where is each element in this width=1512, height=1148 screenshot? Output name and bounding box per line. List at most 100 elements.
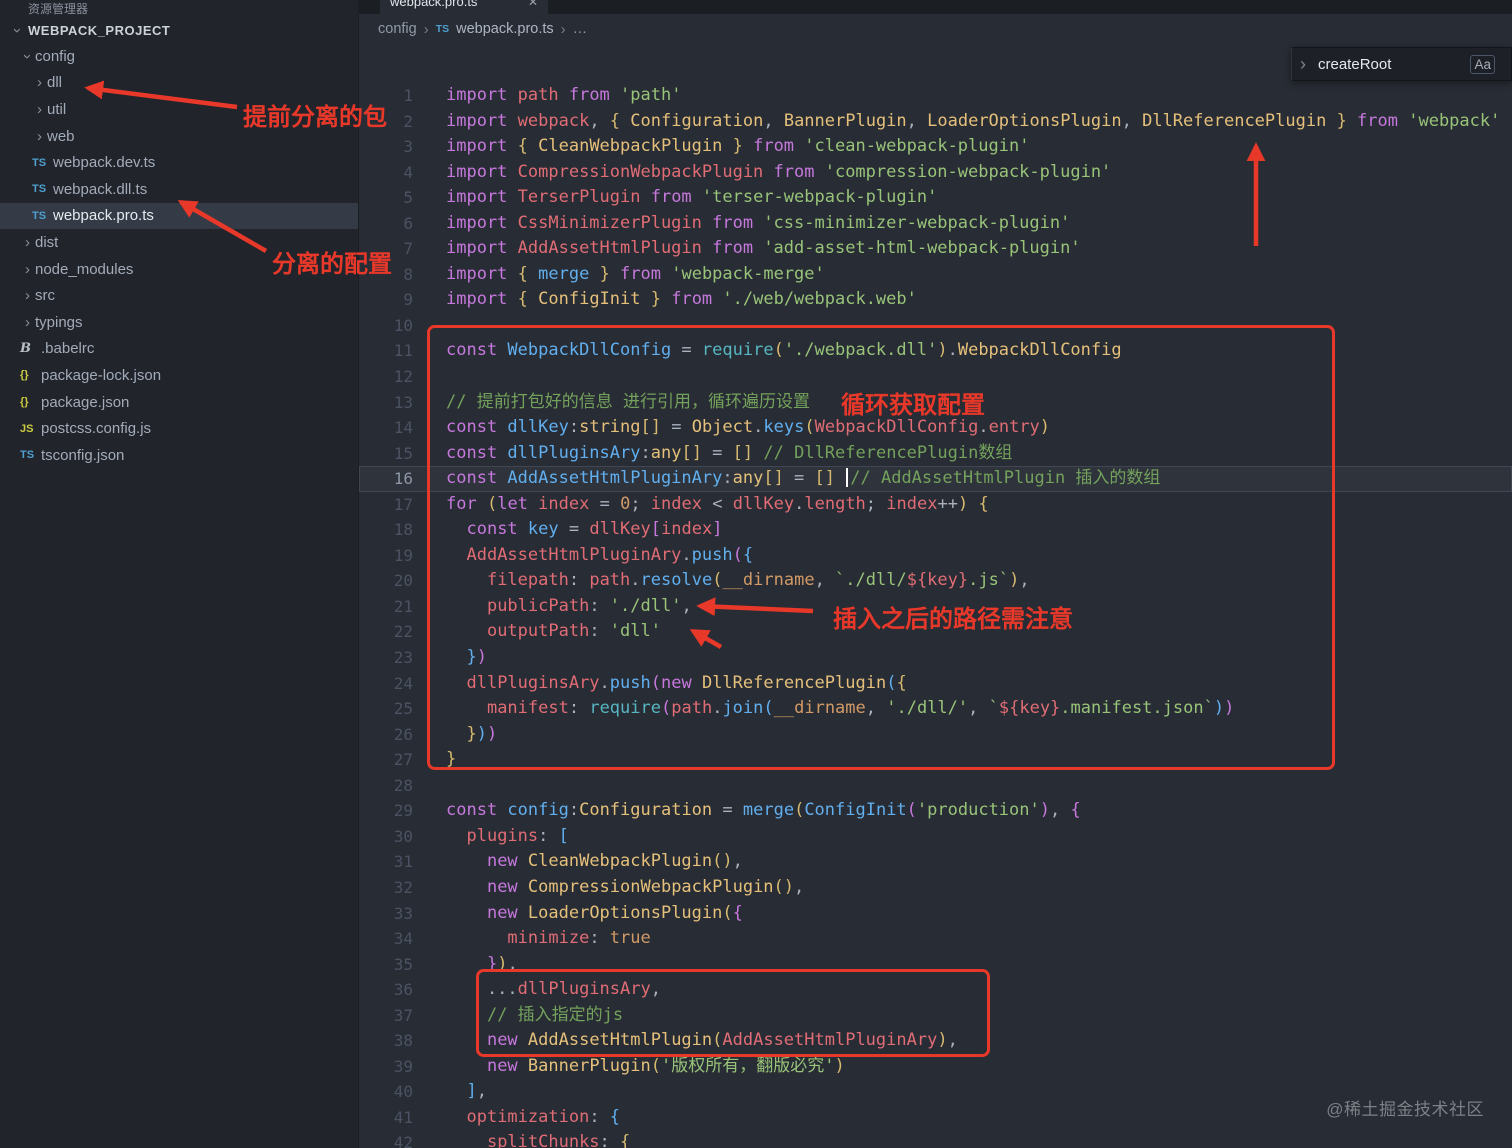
- file-tree-item-dist[interactable]: › dist: [0, 229, 358, 256]
- code-line-35[interactable]: 35 }),: [359, 952, 1512, 978]
- code-line-39[interactable]: 39 new BannerPlugin('版权所有，翻版必究'): [359, 1054, 1512, 1080]
- code-line-25[interactable]: 25 manifest: require(path.join(__dirname…: [359, 696, 1512, 722]
- file-tree-item-webpack.dev.ts[interactable]: TS webpack.dev.ts: [0, 149, 358, 176]
- line-number[interactable]: 38: [359, 1028, 413, 1054]
- code-line-38[interactable]: 38 new AddAssetHtmlPlugin(AddAssetHtmlPl…: [359, 1028, 1512, 1054]
- file-tree-item-dll[interactable]: › dll: [0, 70, 358, 97]
- line-number[interactable]: 27: [359, 747, 413, 773]
- file-tree-item-webpack.pro.ts[interactable]: TS webpack.pro.ts: [0, 202, 358, 230]
- code-line-42[interactable]: 42 splitChunks: {: [359, 1130, 1512, 1148]
- code-line-5[interactable]: 5 import TerserPlugin from 'terser-webpac…: [359, 185, 1512, 211]
- line-number[interactable]: 11: [359, 338, 413, 364]
- line-number[interactable]: 19: [359, 543, 413, 569]
- line-number[interactable]: 13: [359, 390, 413, 416]
- line-number[interactable]: 5: [359, 185, 413, 211]
- code-line-34[interactable]: 34 minimize: true: [359, 926, 1512, 952]
- line-number[interactable]: 22: [359, 619, 413, 645]
- code-line-8[interactable]: 8 import { merge } from 'webpack-merge': [359, 262, 1512, 288]
- line-number[interactable]: 2: [359, 109, 413, 135]
- line-number[interactable]: 31: [359, 849, 413, 875]
- file-tree-item-package-lock.json[interactable]: {} package-lock.json: [0, 362, 358, 389]
- line-number[interactable]: 6: [359, 211, 413, 237]
- code-line-16[interactable]: 16 const AddAssetHtmlPluginAry:any[] = []…: [359, 466, 1512, 492]
- file-tree-item-tsconfig.json[interactable]: TS tsconfig.json: [0, 442, 358, 469]
- line-number[interactable]: 9: [359, 287, 413, 313]
- line-number[interactable]: 4: [359, 160, 413, 186]
- line-number[interactable]: 7: [359, 236, 413, 262]
- chevron-right-icon[interactable]: ›: [1300, 54, 1306, 75]
- code-line-9[interactable]: 9 import { ConfigInit } from './web/webpa…: [359, 287, 1512, 313]
- code-line-33[interactable]: 33 new LoaderOptionsPlugin({: [359, 901, 1512, 927]
- code-line-28[interactable]: 28: [359, 773, 1512, 799]
- file-tree-item-typings[interactable]: › typings: [0, 309, 358, 336]
- code-line-24[interactable]: 24 dllPluginsAry.push(new DllReferencePl…: [359, 671, 1512, 697]
- code-line-20[interactable]: 20 filepath: path.resolve(__dirname, `./…: [359, 568, 1512, 594]
- code-editor[interactable]: 1 import path from 'path' 2 import webpack,…: [359, 44, 1512, 1148]
- line-number[interactable]: 30: [359, 824, 413, 850]
- file-tree-item-webpack.dll.ts[interactable]: TS webpack.dll.ts: [0, 176, 358, 203]
- code-line-37[interactable]: 37 // 插入指定的js: [359, 1003, 1512, 1029]
- code-line-3[interactable]: 3 import { CleanWebpackPlugin } from 'cle…: [359, 134, 1512, 160]
- match-case-button[interactable]: Aa: [1470, 54, 1495, 74]
- file-tree-item-node_modules[interactable]: › node_modules: [0, 256, 358, 283]
- line-number[interactable]: 21: [359, 594, 413, 620]
- code-line-31[interactable]: 31 new CleanWebpackPlugin(),: [359, 849, 1512, 875]
- line-number[interactable]: 28: [359, 773, 413, 799]
- code-line-1[interactable]: 1 import path from 'path': [359, 83, 1512, 109]
- line-number[interactable]: 16: [359, 466, 413, 492]
- line-number[interactable]: 12: [359, 364, 413, 390]
- code-line-26[interactable]: 26 })): [359, 722, 1512, 748]
- line-number[interactable]: 42: [359, 1130, 413, 1148]
- line-number[interactable]: 32: [359, 875, 413, 901]
- code-line-4[interactable]: 4 import CompressionWebpackPlugin from 'c…: [359, 160, 1512, 186]
- code-line-12[interactable]: 12: [359, 364, 1512, 390]
- file-tree-item-src[interactable]: › src: [0, 282, 358, 309]
- code-line-29[interactable]: 29 const config:Configuration = merge(Con…: [359, 798, 1512, 824]
- breadcrumb-item-config[interactable]: config: [378, 21, 417, 37]
- code-line-15[interactable]: 15 const dllPluginsAry:any[] = [] // DllR…: [359, 441, 1512, 467]
- tab-webpack-pro-ts[interactable]: webpack.pro.ts ✕: [380, 0, 548, 14]
- breadcrumb-item-file[interactable]: webpack.pro.ts: [456, 21, 554, 37]
- line-number[interactable]: 8: [359, 262, 413, 288]
- line-number[interactable]: 37: [359, 1003, 413, 1029]
- file-tree-item-config[interactable]: › config: [0, 43, 358, 70]
- line-number[interactable]: 35: [359, 952, 413, 978]
- code-line-32[interactable]: 32 new CompressionWebpackPlugin(),: [359, 875, 1512, 901]
- line-number[interactable]: 10: [359, 313, 413, 339]
- line-number[interactable]: 29: [359, 798, 413, 824]
- line-number[interactable]: 3: [359, 134, 413, 160]
- code-line-17[interactable]: 17 for (let index = 0; index < dllKey.len…: [359, 492, 1512, 518]
- code-line-14[interactable]: 14 const dllKey:string[] = Object.keys(We…: [359, 415, 1512, 441]
- file-tree-item-util[interactable]: › util: [0, 96, 358, 123]
- file-tree-item-postcss.config.js[interactable]: JS postcss.config.js: [0, 415, 358, 442]
- code-line-10[interactable]: 10: [359, 313, 1512, 339]
- line-number[interactable]: 25: [359, 696, 413, 722]
- line-number[interactable]: 24: [359, 671, 413, 697]
- code-line-18[interactable]: 18 const key = dllKey[index]: [359, 517, 1512, 543]
- line-number[interactable]: 23: [359, 645, 413, 671]
- project-root-folder[interactable]: › WEBPACK_PROJECT: [0, 17, 358, 43]
- line-number[interactable]: 17: [359, 492, 413, 518]
- close-icon[interactable]: ✕: [528, 0, 538, 14]
- line-number[interactable]: 20: [359, 568, 413, 594]
- file-tree-item-package.json[interactable]: {} package.json: [0, 389, 358, 416]
- line-number[interactable]: 39: [359, 1054, 413, 1080]
- code-line-19[interactable]: 19 AddAssetHtmlPluginAry.push({: [359, 543, 1512, 569]
- line-number[interactable]: 34: [359, 926, 413, 952]
- code-line-7[interactable]: 7 import AddAssetHtmlPlugin from 'add-ass…: [359, 236, 1512, 262]
- code-line-30[interactable]: 30 plugins: [: [359, 824, 1512, 850]
- line-number[interactable]: 14: [359, 415, 413, 441]
- file-tree-item-.babelrc[interactable]: B .babelrc: [0, 336, 358, 363]
- code-line-21[interactable]: 21 publicPath: './dll',: [359, 594, 1512, 620]
- line-number[interactable]: 40: [359, 1079, 413, 1105]
- breadcrumb-item-more[interactable]: …: [573, 21, 588, 37]
- line-number[interactable]: 15: [359, 441, 413, 467]
- code-line-13[interactable]: 13 // 提前打包好的信息 进行引用，循环遍历设置: [359, 390, 1512, 416]
- code-line-23[interactable]: 23 }): [359, 645, 1512, 671]
- code-line-22[interactable]: 22 outputPath: 'dll': [359, 619, 1512, 645]
- line-number[interactable]: 26: [359, 722, 413, 748]
- line-number[interactable]: 36: [359, 977, 413, 1003]
- code-line-11[interactable]: 11 const WebpackDllConfig = require('./we…: [359, 338, 1512, 364]
- code-line-27[interactable]: 27}: [359, 747, 1512, 773]
- line-number[interactable]: 1: [359, 83, 413, 109]
